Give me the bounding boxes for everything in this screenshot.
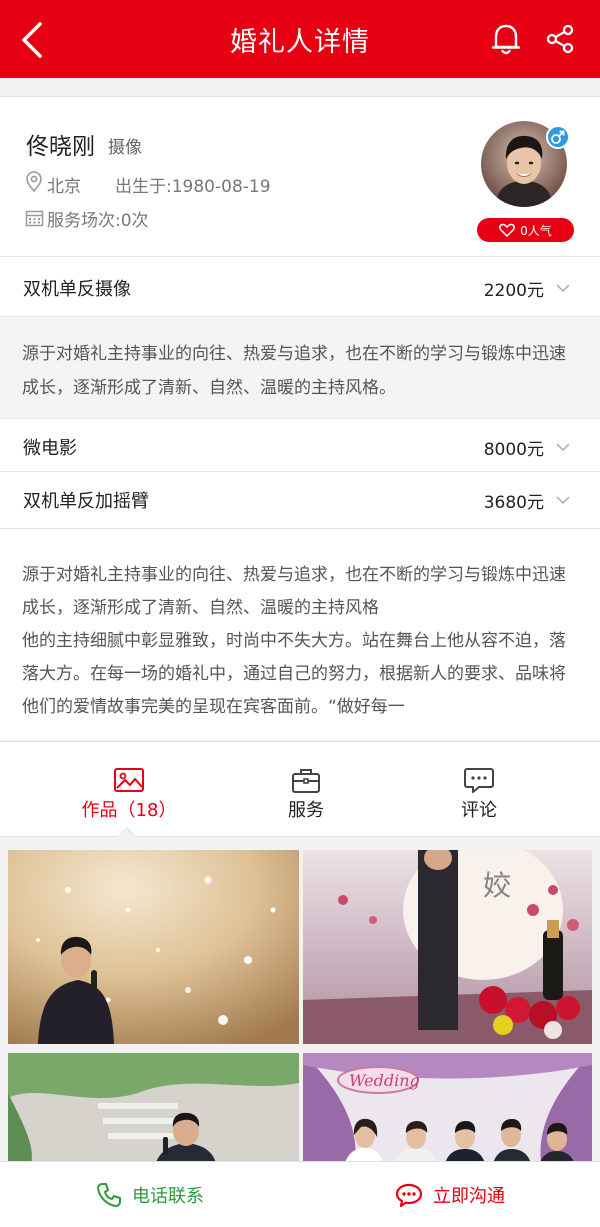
bottom-action-bar: 电话联系 立即沟通	[0, 1161, 600, 1227]
works-gallery: 姣 Wedding	[0, 837, 600, 1161]
service-name: 双机单反加摇臂	[23, 491, 149, 512]
person-birth: 出生于:1980-08-19	[115, 177, 271, 197]
service-name: 微电影	[23, 438, 77, 459]
bell-icon[interactable]	[490, 22, 522, 56]
comment-icon	[464, 768, 494, 793]
heart-icon	[499, 223, 516, 237]
call-label: 电话联系	[132, 1186, 204, 1207]
service-price: 3680元	[483, 493, 544, 513]
service-row[interactable]: 微电影 8000元	[0, 418, 600, 471]
phone-icon	[97, 1183, 121, 1207]
chat-button[interactable]: 立即沟通	[300, 1162, 600, 1227]
person-role: 摄像	[108, 138, 142, 158]
location-pin-icon	[26, 171, 42, 193]
work-photo[interactable]: 姣	[303, 850, 592, 1044]
image-icon	[114, 768, 144, 792]
tab-comments[interactable]: 评论	[379, 742, 579, 838]
person-location: 北京	[47, 177, 81, 197]
share-icon[interactable]	[545, 24, 575, 54]
bio-paragraph: 他的主持细腻中彰显雅致，时尚中不失大方。站在舞台上他从容不迫，落落大方。在每一场…	[22, 631, 566, 717]
service-name: 双机单反摄像	[23, 279, 131, 300]
wedding-sign: Wedding	[349, 1071, 420, 1090]
male-badge-icon	[546, 125, 570, 149]
service-row[interactable]: 双机单反加摇臂 3680元	[0, 471, 600, 528]
popularity-count: 0人气	[520, 223, 552, 238]
tab-label: 作品（18）	[81, 800, 177, 821]
calendar-icon	[25, 210, 44, 227]
profile-card: 佟晓刚 摄像 北京 出生于:1980-08-19 服务场次:0次 0人气	[0, 96, 600, 256]
chat-label: 立即沟通	[433, 1186, 505, 1207]
briefcase-icon	[292, 769, 320, 793]
tab-works[interactable]: 作品（18）	[29, 742, 229, 838]
person-name: 佟晓刚	[26, 134, 95, 160]
service-count: 服务场次:0次	[47, 211, 149, 231]
work-photo[interactable]	[8, 850, 299, 1044]
service-description: 源于对婚礼主持事业的向往、热爱与追求，也在不断的学习与锻炼中迅速成长，逐渐形成了…	[0, 316, 600, 418]
service-row[interactable]: 双机单反摄像 2200元	[0, 256, 600, 316]
tab-label: 评论	[461, 800, 497, 821]
chevron-down-icon	[556, 284, 570, 293]
chevron-down-icon	[556, 443, 570, 452]
call-button[interactable]: 电话联系	[0, 1162, 300, 1227]
work-photo[interactable]: Wedding	[303, 1053, 592, 1161]
svg-text:姣: 姣	[483, 869, 511, 902]
chat-icon	[395, 1183, 423, 1208]
tab-label: 服务	[288, 800, 324, 821]
work-photo[interactable]	[8, 1053, 299, 1161]
service-price: 8000元	[483, 440, 544, 460]
bio-paragraph: 源于对婚礼主持事业的向往、热爱与追求，也在不断的学习与锻炼中迅速成长，逐渐形成了…	[22, 565, 566, 618]
tab-bar: 作品（18） 服务 评论	[0, 741, 600, 837]
service-price: 2200元	[483, 281, 544, 301]
active-tab-caret	[118, 827, 136, 837]
tab-services[interactable]: 服务	[206, 742, 406, 838]
chevron-down-icon	[556, 496, 570, 505]
popularity-badge[interactable]: 0人气	[477, 218, 574, 242]
top-bar: 婚礼人详情	[0, 0, 600, 78]
biography: 源于对婚礼主持事业的向往、热爱与追求，也在不断的学习与锻炼中迅速成长，逐渐形成了…	[0, 528, 600, 740]
